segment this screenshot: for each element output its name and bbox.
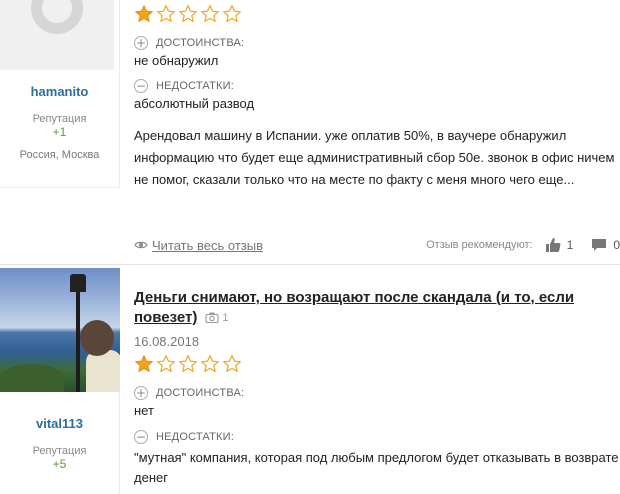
- thumbs-up-icon[interactable]: [545, 238, 561, 252]
- eye-icon: [134, 241, 148, 249]
- review-card: hamanito Репутация +1 Россия, Москва + Д…: [0, 0, 620, 262]
- review-title[interactable]: Деньги снимают, но возращают после сканд…: [134, 289, 574, 326]
- review-card: vital113 Репутация +5 Деньги снимают, но…: [0, 268, 620, 494]
- cons-text: абсолютный развод: [134, 96, 255, 111]
- minus-circle-icon: −: [134, 430, 148, 444]
- plus-circle-icon: +: [134, 36, 148, 50]
- rating-stars: [134, 4, 620, 26]
- camera-icon: [205, 312, 219, 324]
- author-name[interactable]: vital113: [0, 416, 119, 431]
- photo-count[interactable]: 1: [205, 312, 228, 324]
- review-separator: [0, 264, 620, 265]
- comments-count: 0: [613, 238, 620, 252]
- cons-label: НЕДОСТАТКИ:: [156, 431, 234, 443]
- reputation-label: Репутация: [32, 445, 87, 457]
- likes-count: 1: [566, 238, 574, 252]
- review-author: hamanito Репутация +1 Россия, Москва: [0, 0, 120, 188]
- user-avatar[interactable]: [0, 268, 120, 392]
- star-icon: [134, 4, 154, 24]
- review-body: Деньги снимают, но возращают после сканд…: [134, 268, 620, 488]
- reputation-value: +1: [52, 125, 67, 139]
- reputation-label: Репутация: [32, 113, 87, 125]
- review-date: 16.08.2018: [134, 334, 200, 349]
- reputation-value: +5: [52, 457, 67, 471]
- plus-circle-icon: +: [134, 386, 148, 400]
- star-icon: [156, 4, 176, 24]
- review-author: vital113 Репутация +5: [0, 268, 120, 494]
- review-title-row: Деньги снимают, но возращают после сканд…: [134, 288, 620, 328]
- rating-stars: [134, 354, 620, 376]
- star-icon: [222, 4, 242, 24]
- pros-header: + ДОСТОИНСТВА:: [134, 34, 620, 52]
- pros-label: ДОСТОИНСТВА:: [156, 387, 245, 399]
- review-footer: Читать весь отзыв Отзыв рекомендуют: 1 0: [134, 234, 620, 256]
- pros-text: не обнаружил: [134, 53, 219, 68]
- star-icon: [222, 354, 242, 374]
- star-icon: [156, 354, 176, 374]
- photo-count-value: 1: [222, 311, 229, 324]
- recommend-block: Отзыв рекомендуют: 1 0: [426, 234, 620, 256]
- pros-label: ДОСТОИНСТВА:: [156, 37, 245, 49]
- minus-circle-icon: −: [134, 79, 148, 93]
- star-icon: [200, 354, 220, 374]
- cons-header: − НЕДОСТАТКИ:: [134, 77, 620, 95]
- review-body: + ДОСТОИНСТВА: не обнаружил − НЕДОСТАТКИ…: [134, 0, 620, 253]
- comment-icon[interactable]: [591, 238, 607, 252]
- cons-label: НЕДОСТАТКИ:: [156, 80, 234, 92]
- star-icon: [200, 4, 220, 24]
- pros-text: нет: [134, 403, 154, 418]
- recommend-label: Отзыв рекомендуют:: [426, 239, 533, 251]
- read-more-label: Читать весь отзыв: [152, 237, 264, 253]
- cons-header: − НЕДОСТАТКИ:: [134, 428, 620, 446]
- cons-text: "мутная" компания, которая под любым пре…: [134, 450, 619, 485]
- read-more-link[interactable]: Читать весь отзыв: [134, 238, 263, 253]
- star-icon: [134, 354, 154, 374]
- review-text: Арендовал машину в Испании. уже оплатив …: [134, 128, 615, 187]
- author-location: Россия, Москва: [19, 149, 100, 161]
- default-avatar-icon[interactable]: [0, 0, 114, 70]
- star-icon: [178, 4, 198, 24]
- author-name[interactable]: hamanito: [0, 84, 119, 99]
- pros-header: + ДОСТОИНСТВА:: [134, 384, 620, 402]
- star-icon: [178, 354, 198, 374]
